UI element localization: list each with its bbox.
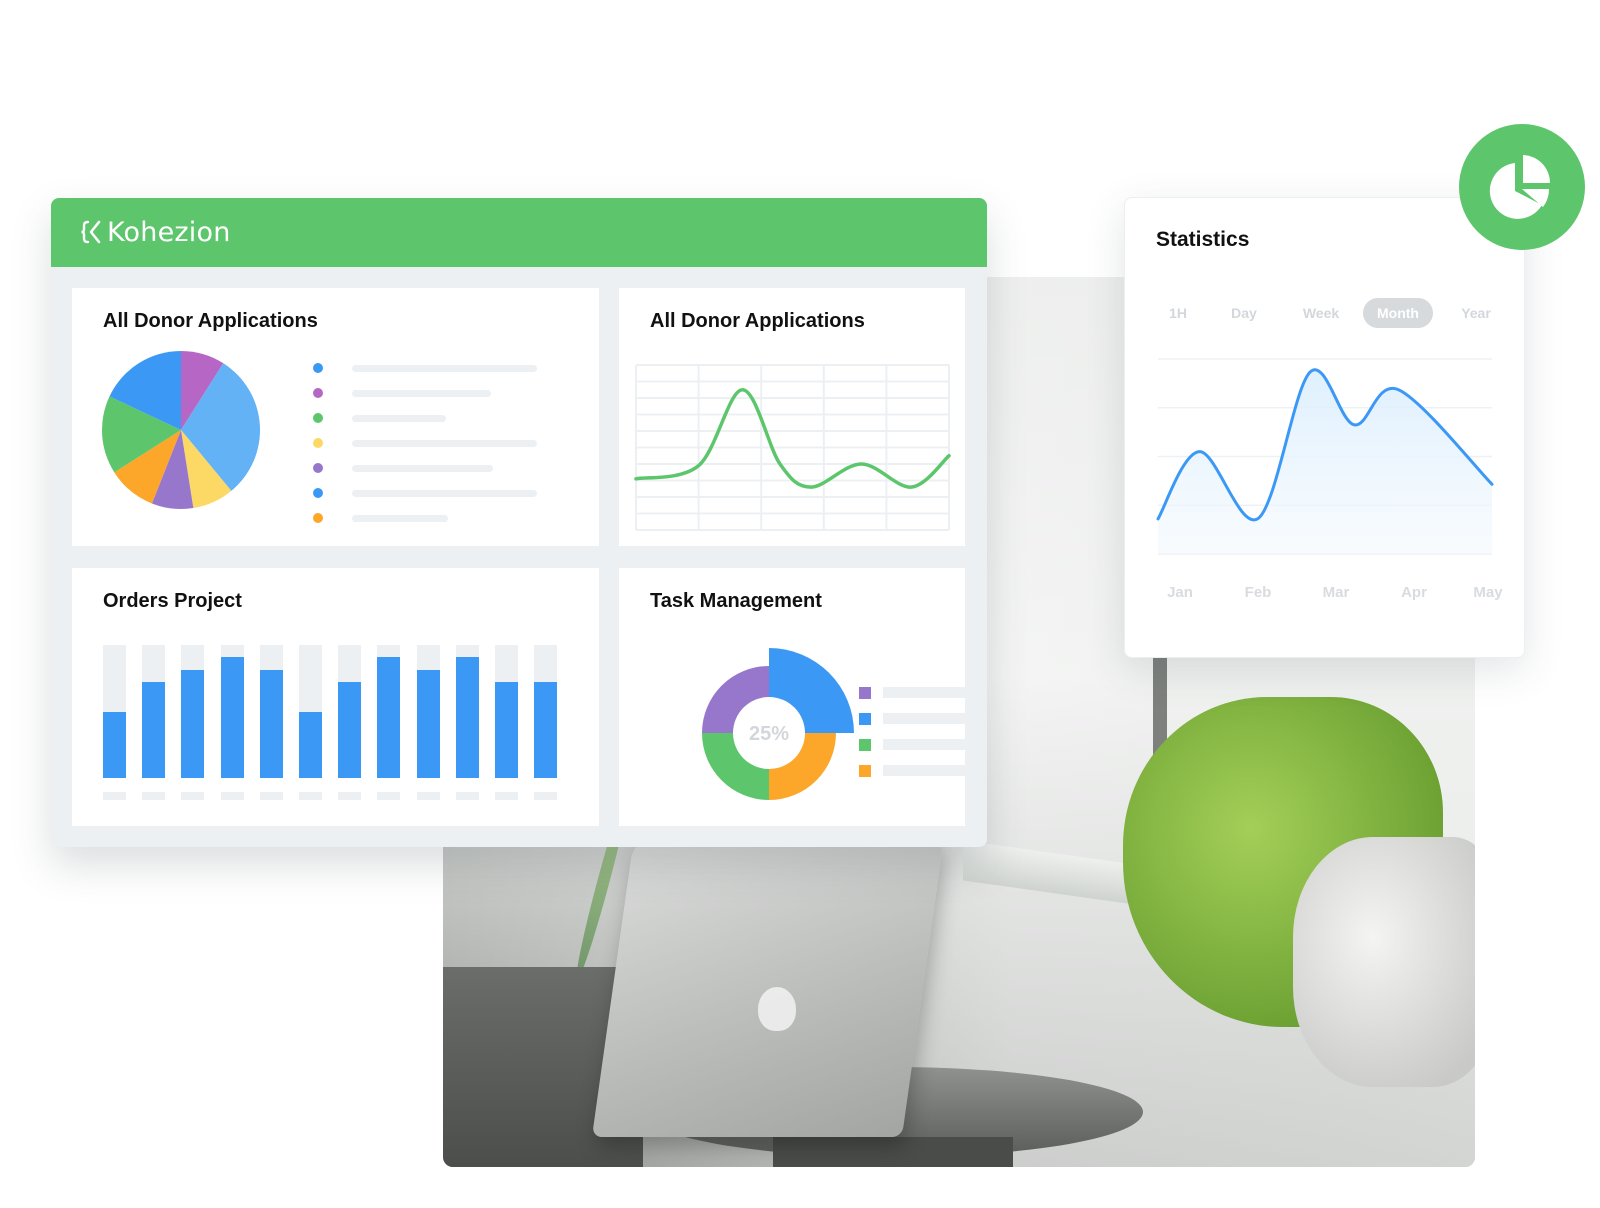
legend-label-placeholder xyxy=(352,389,491,397)
legend-label-placeholder xyxy=(883,765,965,776)
bar-label-placeholder xyxy=(377,792,401,800)
bar-label-placeholder xyxy=(416,792,440,800)
brand-name: Kohezion xyxy=(107,216,231,248)
dashboard-header: Kohezion xyxy=(51,198,987,267)
photo-blanket xyxy=(1293,837,1475,1087)
donor-applications-line-card: All Donor Applications xyxy=(619,288,965,546)
bar[interactable] xyxy=(142,682,166,778)
line-series xyxy=(634,387,951,489)
line-chart xyxy=(634,364,951,531)
legend-label-placeholder xyxy=(883,739,965,750)
x-axis-label: May xyxy=(1473,584,1503,601)
legend-label-placeholder xyxy=(352,514,449,522)
photo-laptop-logo xyxy=(758,987,796,1031)
bar[interactable] xyxy=(416,670,440,778)
legend-label-placeholder xyxy=(883,713,965,724)
bar[interactable] xyxy=(455,656,479,778)
kohezion-logo-icon xyxy=(81,220,101,244)
bar-label-placeholder xyxy=(338,792,362,800)
legend-label-placeholder xyxy=(352,364,537,372)
orders-project-card: Orders Project xyxy=(72,568,599,826)
legend-dot xyxy=(313,513,323,523)
bar[interactable] xyxy=(495,682,518,778)
bar[interactable] xyxy=(377,656,401,778)
bar-track xyxy=(220,645,244,778)
area-fill xyxy=(1158,369,1492,554)
bar[interactable] xyxy=(299,711,322,778)
statistics-badge[interactable] xyxy=(1459,124,1585,250)
bar[interactable] xyxy=(103,711,126,778)
dashboard-window: Kohezion All Donor Applications All Dono… xyxy=(51,198,987,847)
donor-applications-pie-card: All Donor Applications xyxy=(72,288,599,546)
bar-label-placeholder xyxy=(534,792,558,800)
legend-swatch xyxy=(859,739,871,751)
donut-center-label: 25% xyxy=(749,723,789,745)
bar-label-placeholder xyxy=(259,792,283,800)
legend-dot xyxy=(313,413,323,423)
bar-track xyxy=(142,645,166,778)
legend-label-placeholder xyxy=(352,414,447,422)
legend-label-placeholder xyxy=(352,439,537,447)
bar-track xyxy=(103,645,126,778)
brand[interactable]: Kohezion xyxy=(79,214,231,250)
legend-swatch xyxy=(859,713,871,725)
bar-label-placeholder xyxy=(495,792,518,800)
bar[interactable] xyxy=(338,682,362,778)
legend-dot xyxy=(313,363,323,373)
bar-label-placeholder xyxy=(220,792,244,800)
photo-laptop xyxy=(591,837,945,1137)
legend-dot xyxy=(313,463,323,473)
x-axis-label: Jan xyxy=(1167,584,1193,601)
bar-label-placeholder xyxy=(299,792,322,800)
bar-label-placeholder xyxy=(455,792,479,800)
bar-label-placeholder xyxy=(142,792,166,800)
donut-segment-blue[interactable] xyxy=(769,648,854,733)
x-axis-label: Mar xyxy=(1322,584,1350,601)
photo-table-base xyxy=(773,1137,1013,1167)
legend-swatch xyxy=(859,687,871,699)
legend-label-placeholder xyxy=(352,464,493,472)
bar-track xyxy=(259,645,283,778)
card-title: Orders Project xyxy=(103,590,242,612)
bar-label-placeholder xyxy=(103,792,126,800)
legend-dot xyxy=(313,438,323,448)
pie-chart-icon xyxy=(1489,155,1550,219)
bar-track xyxy=(299,645,322,778)
bar-track xyxy=(495,645,518,778)
legend-label-placeholder xyxy=(883,687,965,698)
bar-label-placeholder xyxy=(181,792,205,800)
bar[interactable] xyxy=(181,670,205,778)
bar-track xyxy=(455,645,479,778)
pie-chart xyxy=(101,351,260,509)
x-axis-label: Apr xyxy=(1401,584,1427,601)
bar[interactable] xyxy=(259,670,283,778)
legend-swatch xyxy=(859,765,871,777)
x-axis-label: Feb xyxy=(1244,584,1272,601)
bar-track xyxy=(338,645,362,778)
bar[interactable] xyxy=(534,682,558,778)
bar-track xyxy=(416,645,440,778)
task-management-card: Task Management 25% xyxy=(619,568,965,826)
statistics-card: Statistics 1H Day Week Month Year Jan Feb Mar A… xyxy=(1124,197,1525,658)
bar-track xyxy=(534,645,558,778)
legend-dot xyxy=(313,488,323,498)
bar-track xyxy=(377,645,401,778)
legend-dot xyxy=(313,388,323,398)
bar[interactable] xyxy=(220,656,244,778)
legend-label-placeholder xyxy=(352,489,537,497)
line-grid xyxy=(635,364,950,531)
bar-track xyxy=(181,645,205,778)
